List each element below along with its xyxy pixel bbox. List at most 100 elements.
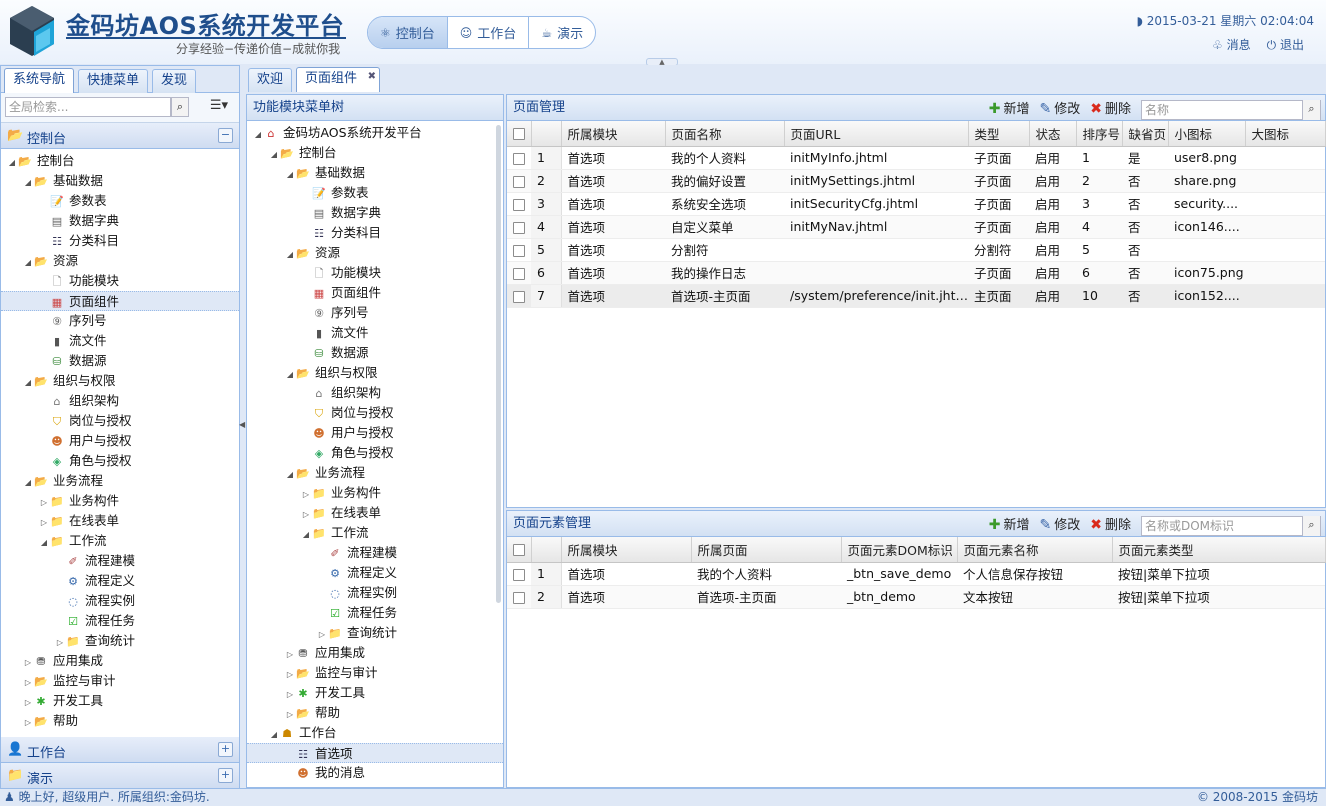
collapsed-arrow-icon[interactable]: ▷ — [301, 505, 311, 525]
collapsed-arrow-icon[interactable]: ▷ — [301, 485, 311, 505]
collapsed-arrow-icon[interactable]: ▷ — [39, 513, 49, 533]
tree-node[interactable]: ☷ 分类科目 — [247, 223, 503, 243]
tree-node[interactable]: ◢ 📂 基础数据 — [1, 171, 239, 191]
expanded-arrow-icon[interactable]: ◢ — [285, 365, 295, 385]
tree-node[interactable]: ▷ 📂 帮助 — [247, 703, 503, 723]
tree-node[interactable]: ⌂ 组织架构 — [247, 383, 503, 403]
checkbox[interactable] — [513, 267, 525, 280]
column-header[interactable]: 状态 — [1029, 121, 1077, 147]
table-row[interactable]: 5 首选项 分割符 分割符 启用 5 否 — [507, 238, 1325, 262]
global-search-input[interactable]: 全局检索... — [5, 97, 171, 117]
collapsed-arrow-icon[interactable]: ▷ — [55, 633, 65, 653]
checkbox[interactable] — [513, 244, 525, 257]
tree-node[interactable]: ◢ 📂 组织与权限 — [1, 371, 239, 391]
tree-node[interactable]: ▷ 📂 监控与审计 — [247, 663, 503, 683]
tree-node[interactable]: ⛁ 数据源 — [1, 351, 239, 371]
row-checkbox[interactable] — [507, 284, 531, 308]
tree-node[interactable]: ▮ 流文件 — [1, 331, 239, 351]
checkbox[interactable] — [513, 221, 525, 234]
row-checkbox[interactable] — [507, 192, 531, 216]
column-header[interactable]: 页面元素名称 — [957, 537, 1113, 563]
element-search-input[interactable]: 名称或DOM标识 ⌕ — [1141, 515, 1321, 536]
tree-node[interactable]: ◢ 📂 控制台 — [247, 143, 503, 163]
menu-icon[interactable]: ☰▾ — [205, 98, 233, 116]
row-checkbox[interactable] — [507, 169, 531, 193]
close-icon[interactable]: ✖ — [368, 66, 376, 88]
tree-node[interactable]: ◢ 📂 业务流程 — [1, 471, 239, 491]
tree-node[interactable]: ▷ 📂 监控与审计 — [1, 671, 239, 691]
tree-node[interactable]: ◢ 📁 工作流 — [247, 523, 503, 543]
search-icon[interactable]: ⌕ — [1302, 99, 1320, 120]
expanded-arrow-icon[interactable]: ◢ — [23, 253, 33, 273]
checkbox[interactable] — [513, 591, 525, 604]
tab-page-components[interactable]: 页面组件 ✖ — [296, 66, 381, 92]
tree-node[interactable]: ▷ ⛃ 应用集成 — [247, 643, 503, 663]
tree-node[interactable]: ▦ 页面组件 — [1, 291, 239, 311]
tree-node[interactable]: ◢ 📂 资源 — [247, 243, 503, 263]
tree-node[interactable]: ⑨ 序列号 — [247, 303, 503, 323]
checkbox[interactable] — [513, 568, 525, 581]
table-row[interactable]: 2 首选项 首选项-主页面 _btn_demo 文本按钮 按钮|菜单下拉项 — [507, 585, 1325, 609]
collapsed-arrow-icon[interactable]: ▷ — [23, 713, 33, 733]
tree-node[interactable]: ▷ ⛃ 应用集成 — [1, 651, 239, 671]
tree-node[interactable]: ☻ 用户与授权 — [1, 431, 239, 451]
tree-node[interactable]: 📝 参数表 — [1, 191, 239, 211]
checkbox[interactable] — [513, 175, 525, 188]
collapsed-arrow-icon[interactable]: ▷ — [317, 625, 327, 645]
table-row[interactable]: 1 首选项 我的个人资料 _btn_save_demo 个人信息保存按钮 按钮|菜单下拉项 — [507, 562, 1325, 586]
row-checkbox[interactable] — [507, 562, 531, 586]
tree-node[interactable]: ☷ 分类科目 — [1, 231, 239, 251]
column-header[interactable]: 缺省页 — [1122, 121, 1169, 147]
expanded-arrow-icon[interactable]: ◢ — [253, 125, 263, 145]
section-console-header[interactable]: 📂 控制台 − — [1, 123, 239, 149]
table-row[interactable]: 7 首选项 首选项-主页面/system/preference/init.jhtml… — [507, 284, 1325, 308]
tree-node[interactable]: ▦ 页面组件 — [247, 283, 503, 303]
checkbox[interactable] — [513, 290, 525, 303]
nav-console-button[interactable]: ⚛ 控制台 — [368, 17, 448, 48]
tree-node[interactable]: ✐ 流程建模 — [247, 543, 503, 563]
tree-node[interactable]: ⛉ 岗位与授权 — [247, 403, 503, 423]
tree-node[interactable]: ⚙ 流程定义 — [1, 571, 239, 591]
collapsed-arrow-icon[interactable]: ▷ — [23, 653, 33, 673]
collapsed-arrow-icon[interactable]: ▷ — [285, 665, 295, 685]
messages-link[interactable]: ♧ 消息 — [1212, 36, 1251, 53]
tree-node[interactable]: ☻ 我的消息 — [247, 763, 503, 783]
tree-node[interactable]: ⛉ 岗位与授权 — [1, 411, 239, 431]
expanded-arrow-icon[interactable]: ◢ — [269, 725, 279, 745]
tree-node[interactable]: ▷ ✱ 开发工具 — [1, 691, 239, 711]
column-header[interactable]: 所属页面 — [691, 537, 842, 563]
edit-button[interactable]: ✎ 修改 — [1040, 97, 1081, 122]
row-checkbox[interactable] — [507, 585, 531, 609]
tree-node[interactable]: ☑ 流程任务 — [247, 603, 503, 623]
tab-welcome[interactable]: 欢迎 — [248, 68, 293, 92]
edit-button[interactable]: ✎ 修改 — [1040, 513, 1081, 538]
collapsed-arrow-icon[interactable]: ▷ — [285, 685, 295, 705]
table-row[interactable]: 4 首选项 自定义菜单 initMyNav.jhtml 子页面 启用 4 否 icon146..… — [507, 215, 1325, 239]
tree-node[interactable]: ⚙ 流程定义 — [247, 563, 503, 583]
column-header[interactable]: 页面元素类型 — [1112, 537, 1326, 563]
nav-demo-button[interactable]: ☕ 演示 — [529, 17, 595, 48]
left-splitter-handle[interactable]: ◀ — [239, 410, 246, 440]
collapse-icon[interactable]: − — [218, 128, 233, 143]
tree-node[interactable]: ◢ 📂 资源 — [1, 251, 239, 271]
table-row[interactable]: 2 首选项 我的偏好设置 initMySettings.jhtml 子页面 启用 2 否 sha… — [507, 169, 1325, 193]
tree-node[interactable]: ◌ 流程实例 — [247, 583, 503, 603]
column-header[interactable]: 类型 — [968, 121, 1030, 147]
select-all-checkbox[interactable] — [507, 121, 532, 147]
logout-link[interactable]: ⏻ 退出 — [1267, 36, 1304, 53]
collapsed-arrow-icon[interactable]: ▷ — [23, 693, 33, 713]
expanded-arrow-icon[interactable]: ◢ — [301, 525, 311, 545]
tree-node[interactable]: ☷ 首选项 — [247, 743, 503, 763]
column-header[interactable]: 页面URL — [784, 121, 969, 147]
tree-node[interactable]: ▷ ✱ 开发工具 — [247, 683, 503, 703]
column-header[interactable]: 页面名称 — [665, 121, 785, 147]
column-header[interactable]: 排序号 — [1076, 121, 1123, 147]
tree-node[interactable]: ▷ 📁 在线表单 — [247, 503, 503, 523]
tree-node[interactable]: ▷ 📁 业务构件 — [1, 491, 239, 511]
expanded-arrow-icon[interactable]: ◢ — [285, 245, 295, 265]
tree-node[interactable]: ▷ 📁 在线表单 — [1, 511, 239, 531]
nav-workbench-button[interactable]: ☺ 工作台 — [448, 17, 530, 48]
tree-node[interactable]: ◢ ☗ 工作台 — [247, 723, 503, 743]
expanded-arrow-icon[interactable]: ◢ — [23, 173, 33, 193]
tree-node[interactable]: ▤ 数据字典 — [1, 211, 239, 231]
